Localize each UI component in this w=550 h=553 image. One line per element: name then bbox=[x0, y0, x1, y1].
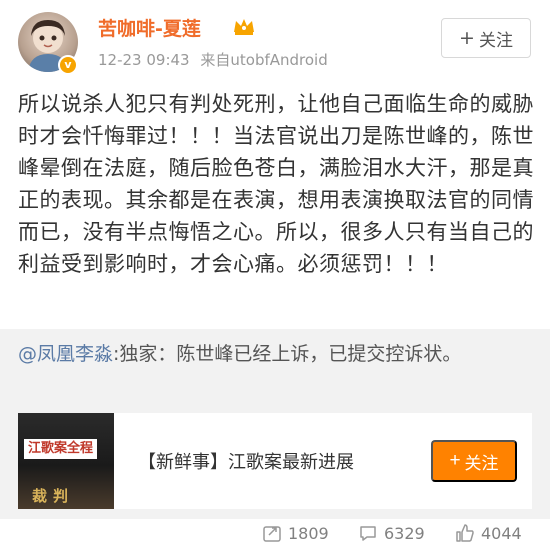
comment-icon bbox=[360, 526, 376, 541]
post-meta: 12-23 09:43 来自utobfAndroid bbox=[98, 49, 328, 70]
timestamp: 12-23 09:43 bbox=[98, 51, 190, 69]
topic-title[interactable]: 【新鲜事】江歌案最新进展 bbox=[138, 448, 354, 474]
repost-text: @凤凰李淼:独家：陈世峰已经上诉，已提交控诉状。 bbox=[18, 339, 538, 369]
action-bar: 1809 6329 4044 bbox=[0, 519, 550, 553]
repost-count: 1809 bbox=[288, 523, 329, 543]
topic-follow-label: 关注 bbox=[464, 453, 499, 473]
like-count: 4044 bbox=[481, 523, 522, 543]
plus-icon: + bbox=[459, 27, 475, 49]
like-button[interactable]: 4044 bbox=[455, 523, 522, 543]
crown-icon bbox=[234, 19, 254, 35]
repost-block[interactable]: @凤凰李淼:独家：陈世峰已经上诉，已提交控诉状。 江歌案全程 裁判 【新鲜事】江… bbox=[0, 329, 550, 519]
thumbnail-label: 江歌案全程 bbox=[24, 439, 98, 459]
topic-follow-button[interactable]: + 关注 bbox=[431, 440, 517, 482]
post-header: v 苦咖啡-夏莲 12-23 09:43 来自utobfAndroid + 关注 bbox=[0, 0, 550, 80]
repost-icon bbox=[263, 526, 281, 542]
follow-button[interactable]: + 关注 bbox=[441, 18, 531, 58]
topic-thumbnail: 江歌案全程 裁判 bbox=[18, 413, 114, 509]
like-icon bbox=[456, 524, 474, 542]
post-source: 来自utobfAndroid bbox=[200, 51, 328, 69]
comment-count: 6329 bbox=[384, 523, 425, 543]
repost-user-link[interactable]: @凤凰李淼 bbox=[18, 343, 113, 365]
comment-button[interactable]: 6329 bbox=[358, 523, 425, 543]
username[interactable]: 苦咖啡-夏莲 bbox=[98, 14, 201, 41]
follow-button-label: 关注 bbox=[478, 30, 513, 51]
topic-card[interactable]: 江歌案全程 裁判 【新鲜事】江歌案最新进展 + 关注 bbox=[18, 413, 532, 509]
post-body: 所以说杀人犯只有判处死刑，让他自己面临生命的威胁时才会忏悔罪过！！！当法官说出刀… bbox=[18, 92, 534, 276]
vip-badge-icon: v bbox=[58, 55, 78, 75]
plus-icon: + bbox=[449, 450, 461, 471]
repost-content: :独家：陈世峰已经上诉，已提交控诉状。 bbox=[113, 343, 462, 365]
repost-button[interactable]: 1809 bbox=[262, 523, 329, 543]
thumbnail-sign: 裁判 bbox=[32, 487, 75, 505]
